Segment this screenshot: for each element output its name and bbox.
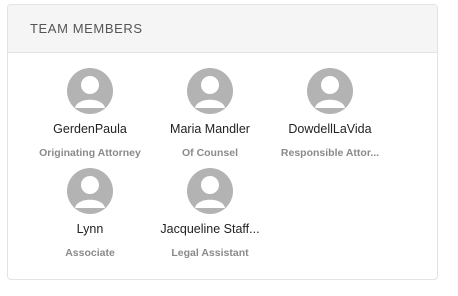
member-role: Legal Assistant bbox=[171, 247, 249, 259]
member-role: Originating Attorney bbox=[39, 147, 141, 159]
team-member-card[interactable]: GerdenPaula Originating Attorney bbox=[30, 68, 150, 159]
team-member-card[interactable]: Lynn Associate bbox=[30, 168, 150, 259]
team-member-card[interactable]: Maria Mandler Of Counsel bbox=[150, 68, 270, 159]
team-member-card[interactable]: Jacqueline Staff... Legal Assistant bbox=[150, 168, 270, 259]
member-name[interactable]: Lynn bbox=[30, 222, 150, 236]
team-members-grid: GerdenPaula Originating Attorney Maria M… bbox=[8, 53, 437, 279]
member-role: Responsible Attor... bbox=[280, 147, 380, 159]
member-role: Of Counsel bbox=[181, 147, 238, 159]
team-member-card[interactable]: DowdellLaVida Responsible Attor... bbox=[270, 68, 390, 159]
user-avatar-icon bbox=[307, 68, 353, 114]
panel-header: TEAM MEMBERS bbox=[8, 5, 437, 53]
member-role: Associate bbox=[65, 247, 115, 259]
user-avatar-icon bbox=[67, 68, 113, 114]
user-avatar-icon bbox=[187, 168, 233, 214]
team-members-panel: TEAM MEMBERS GerdenPaula Originating Att… bbox=[7, 4, 438, 280]
member-name[interactable]: Jacqueline Staff... bbox=[150, 222, 270, 236]
user-avatar-icon bbox=[67, 168, 113, 214]
panel-title: TEAM MEMBERS bbox=[30, 21, 143, 36]
member-name[interactable]: DowdellLaVida bbox=[270, 122, 390, 136]
member-name[interactable]: Maria Mandler bbox=[150, 122, 270, 136]
user-avatar-icon bbox=[187, 68, 233, 114]
member-name[interactable]: GerdenPaula bbox=[30, 122, 150, 136]
